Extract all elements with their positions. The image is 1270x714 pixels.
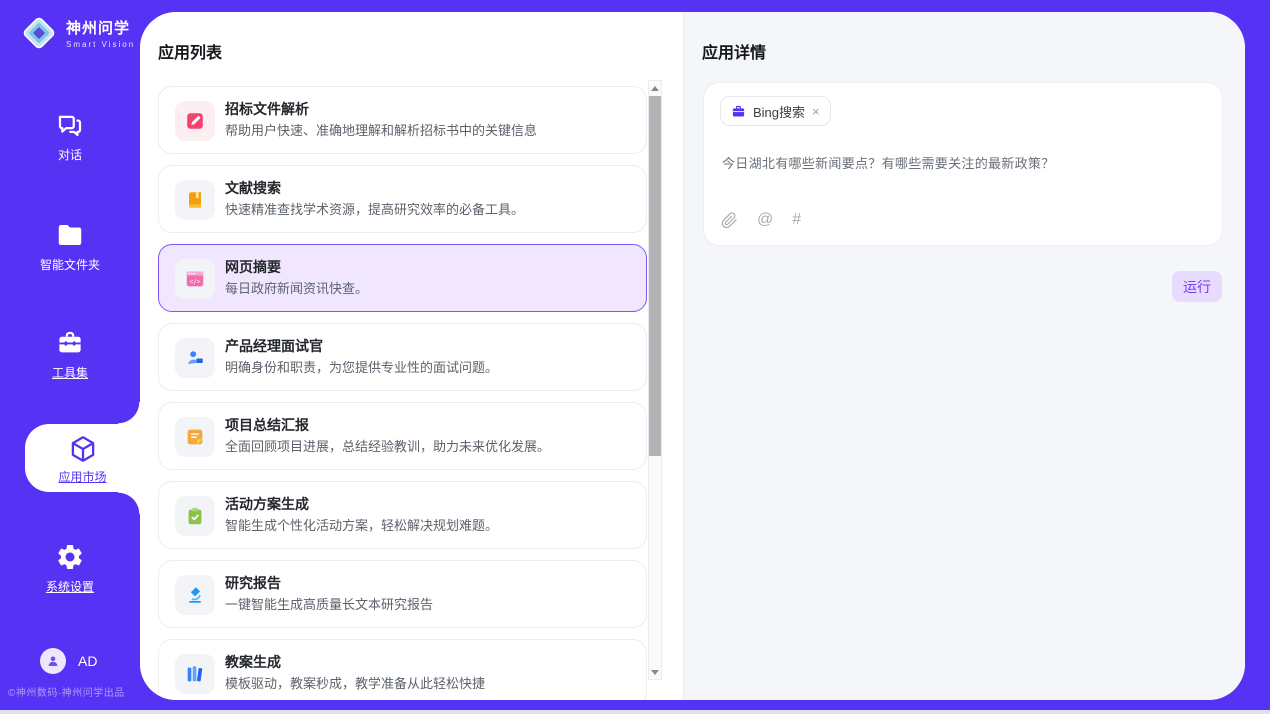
sidebar-item-settings[interactable]: 系统设置 xyxy=(0,542,140,596)
sidebar-item-label: 应用市场 xyxy=(58,468,106,485)
app-card-pm-interviewer[interactable]: 产品经理面试官 明确身份和职责，为您提供专业性的面试问题。 xyxy=(158,323,647,391)
sidebar: 神州问学 Smart Vision 对话 智能文件夹 工具集 xyxy=(0,0,140,710)
user-account[interactable]: AD xyxy=(40,648,97,674)
sidebar-item-smart-folder[interactable]: 智能文件夹 xyxy=(0,220,140,274)
scrollbar-thumb[interactable] xyxy=(649,96,661,456)
sidebar-item-label: 智能文件夹 xyxy=(40,256,100,273)
tag-label: Bing搜索 xyxy=(753,102,805,121)
sidebar-item-toolset[interactable]: 工具集 xyxy=(0,328,140,382)
microscope-icon xyxy=(175,575,215,615)
cube-icon xyxy=(67,433,99,465)
tool-tag-bing-search[interactable]: Bing搜索 × xyxy=(720,96,831,126)
brand-name: 神州问学 xyxy=(66,17,135,38)
hash-icon[interactable]: # xyxy=(792,211,801,229)
diamond-logo-icon xyxy=(20,14,58,52)
scroll-up-icon[interactable] xyxy=(649,81,661,95)
person-icon xyxy=(45,653,61,669)
toolbox-icon xyxy=(55,328,85,358)
clipboard-check-icon xyxy=(175,496,215,536)
app-name: 研究报告 xyxy=(225,573,281,593)
app-card-research-report[interactable]: 研究报告 一键智能生成高质量长文本研究报告 xyxy=(158,560,647,628)
app-card-lesson-plan[interactable]: 教案生成 模板驱动，教案秒成，教学准备从此轻松快捷 xyxy=(158,639,647,700)
bottom-edge xyxy=(0,710,1270,714)
app-card-bid-analysis[interactable]: 招标文件解析 帮助用户快速、准确地理解和解析招标书中的关键信息 xyxy=(158,86,647,154)
app-desc: 快速精准查找学术资源，提高研究效率的必备工具。 xyxy=(225,199,524,218)
app-desc: 帮助用户快速、准确地理解和解析招标书中的关键信息 xyxy=(225,120,537,139)
app-name: 教案生成 xyxy=(225,652,281,672)
app-desc: 每日政府新闻资讯快查。 xyxy=(225,278,368,297)
app-desc: 一键智能生成高质量长文本研究报告 xyxy=(225,594,433,613)
app-list-panel: 应用列表 招标文件解析 帮助用户快速、准确地理解和解析招标书中的关键信息 文献搜… xyxy=(140,12,683,700)
app-card-webpage-summary[interactable]: </> 网页摘要 每日政府新闻资讯快查。 xyxy=(158,244,647,312)
app-name: 活动方案生成 xyxy=(225,494,309,514)
app-detail-title: 应用详情 xyxy=(702,39,766,63)
app-name: 项目总结汇报 xyxy=(225,415,309,435)
app-desc: 模板驱动，教案秒成，教学准备从此轻松快捷 xyxy=(225,673,485,692)
scrollbar[interactable] xyxy=(648,80,662,680)
sidebar-item-label: 系统设置 xyxy=(46,578,94,595)
close-icon[interactable]: × xyxy=(812,104,820,119)
app-detail-panel: 应用详情 Bing搜索 × 今日湖北有哪些新闻要点？有哪些需要关注的最新政策？ … xyxy=(683,12,1245,700)
interviewer-icon xyxy=(175,338,215,378)
edit-doc-icon xyxy=(175,101,215,141)
app-name: 网页摘要 xyxy=(225,257,281,277)
composer-toolbar: @ # xyxy=(721,211,801,229)
app-desc: 全面回顾项目进展，总结经验教训，助力未来优化发展。 xyxy=(225,436,550,455)
app-desc: 智能生成个性化活动方案，轻松解决规划难题。 xyxy=(225,515,498,534)
sidebar-item-label: 工具集 xyxy=(52,364,88,381)
note-icon xyxy=(175,417,215,457)
chat-icon xyxy=(55,110,85,140)
copyright-footer: ©神州数码·神州问学出品 xyxy=(8,684,125,699)
sidebar-item-app-market[interactable]: 应用市场 xyxy=(25,424,140,492)
book-icon xyxy=(175,180,215,220)
briefcase-icon xyxy=(731,104,746,119)
main-content: 应用列表 招标文件解析 帮助用户快速、准确地理解和解析招标书中的关键信息 文献搜… xyxy=(140,12,1245,700)
brand-logo: 神州问学 Smart Vision xyxy=(20,14,135,52)
svg-text:</>: </> xyxy=(190,278,201,285)
app-card-literature-search[interactable]: 文献搜索 快速精准查找学术资源，提高研究效率的必备工具。 xyxy=(158,165,647,233)
brand-subtitle: Smart Vision xyxy=(66,40,135,49)
app-list-title: 应用列表 xyxy=(158,39,222,63)
sidebar-item-label: 对话 xyxy=(58,146,82,163)
at-icon[interactable]: @ xyxy=(757,211,773,229)
app-card-project-summary[interactable]: 项目总结汇报 全面回顾项目进展，总结经验教训，助力未来优化发展。 xyxy=(158,402,647,470)
avatar xyxy=(40,648,66,674)
composer-card[interactable]: Bing搜索 × 今日湖北有哪些新闻要点？有哪些需要关注的最新政策？ @ # xyxy=(703,82,1223,246)
run-button[interactable]: 运行 xyxy=(1172,271,1222,302)
webpage-code-icon: </> xyxy=(175,259,215,299)
scroll-down-icon[interactable] xyxy=(649,665,661,679)
app-name: 文献搜索 xyxy=(225,178,281,198)
gear-icon xyxy=(55,542,85,572)
app-name: 产品经理面试官 xyxy=(225,336,323,356)
question-text: 今日湖北有哪些新闻要点？有哪些需要关注的最新政策？ xyxy=(722,153,1055,172)
app-card-event-plan[interactable]: 活动方案生成 智能生成个性化活动方案，轻松解决规划难题。 xyxy=(158,481,647,549)
paperclip-icon[interactable] xyxy=(721,212,738,229)
user-name: AD xyxy=(78,653,97,669)
sidebar-item-chat[interactable]: 对话 xyxy=(0,110,140,164)
books-icon xyxy=(175,654,215,694)
app-desc: 明确身份和职责，为您提供专业性的面试问题。 xyxy=(225,357,498,376)
app-name: 招标文件解析 xyxy=(225,99,309,119)
folder-icon xyxy=(55,220,85,250)
